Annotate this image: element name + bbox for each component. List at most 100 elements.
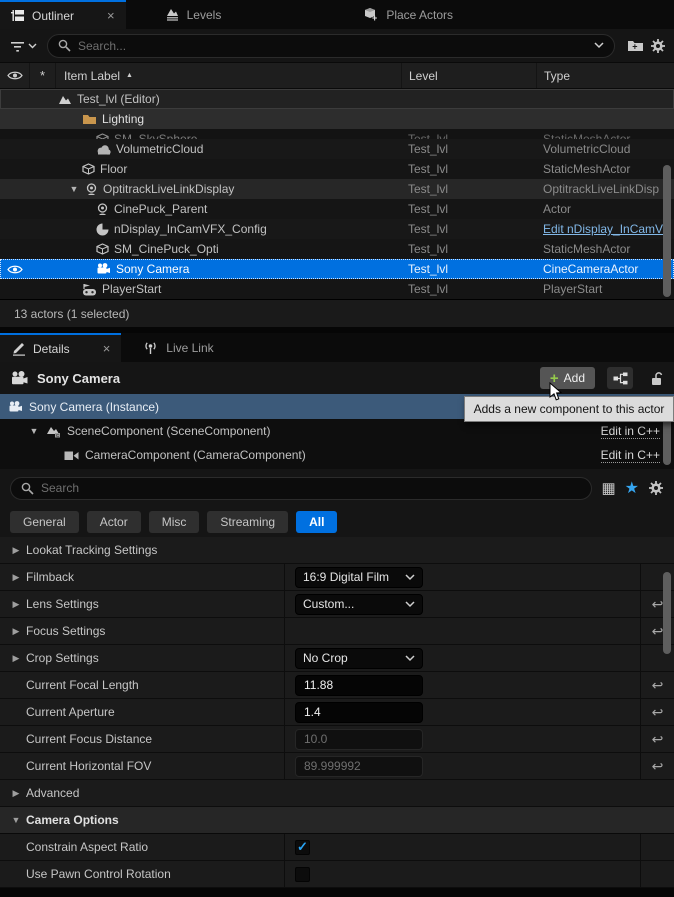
tab-live-link[interactable]: Live Link xyxy=(131,333,224,362)
filter-chip-general[interactable]: General xyxy=(10,511,79,533)
expand-caret-icon[interactable]: ▼ xyxy=(68,184,80,194)
property-row[interactable]: ▶Lookat Tracking Settings xyxy=(0,537,674,564)
property-row[interactable]: Current Aperture ↩ xyxy=(0,699,674,726)
visibility-toggle[interactable] xyxy=(0,264,30,275)
chevron-down-icon[interactable] xyxy=(594,42,604,49)
level-column-header[interactable]: Level xyxy=(401,63,536,88)
crop-dropdown[interactable]: No Crop xyxy=(295,648,423,669)
favorite-column-header[interactable]: * xyxy=(30,63,56,88)
collapsed-caret-icon[interactable]: ▶ xyxy=(10,545,22,556)
folder-plus-icon[interactable]: + xyxy=(627,38,644,53)
favorites-star-icon[interactable]: ★ xyxy=(625,478,639,498)
tab-place-actors[interactable]: + Place Actors xyxy=(352,0,464,29)
tab-levels[interactable]: Levels xyxy=(154,0,233,29)
edit-ndisplay-link[interactable]: Edit nDisplay_InCamV xyxy=(543,222,663,236)
property-row[interactable]: Current Focal Length ↩ xyxy=(0,672,674,699)
component-row[interactable]: ▼ C SceneComponent (SceneComponent) Edit… xyxy=(0,419,674,443)
display-manager-icon[interactable]: ▦ xyxy=(601,479,615,497)
blueprint-edit-button[interactable] xyxy=(607,367,633,389)
collapsed-caret-icon[interactable]: ▶ xyxy=(10,572,22,583)
property-row[interactable]: Current Focus Distance ↩ xyxy=(0,726,674,753)
focal-length-input[interactable] xyxy=(295,675,423,696)
place-actors-icon: + xyxy=(363,7,379,22)
outliner-toolbar: + xyxy=(0,29,674,62)
outliner-tabbar: Outliner × Levels + Place Actors xyxy=(0,0,674,29)
property-row[interactable]: ▶Lens Settings Custom... ↩ xyxy=(0,591,674,618)
table-row[interactable]: nDisplay_InCamVFX_Config Test_lvl Edit n… xyxy=(0,219,674,239)
property-row[interactable]: Current Horizontal FOV ↩ xyxy=(0,753,674,780)
cine-camera-icon xyxy=(96,263,111,275)
table-row[interactable]: Test_lvl (Editor) xyxy=(0,89,674,109)
focus-distance-input xyxy=(295,729,423,750)
close-icon[interactable]: × xyxy=(107,8,115,23)
lens-dropdown[interactable]: Custom... xyxy=(295,594,423,615)
outliner-tree: Test_lvl (Editor) Lighting SM_SkySphere xyxy=(0,89,674,299)
webcam-icon xyxy=(96,203,109,216)
table-row[interactable]: Lighting xyxy=(0,109,674,129)
outliner-search[interactable] xyxy=(47,34,615,58)
table-row[interactable]: CinePuck_Parent Test_lvl Actor xyxy=(0,199,674,219)
collapsed-caret-icon[interactable]: ▶ xyxy=(10,599,22,610)
tab-details[interactable]: Details × xyxy=(0,333,121,362)
table-row[interactable]: SM_CinePuck_Opti Test_lvl StaticMeshActo… xyxy=(0,239,674,259)
pawn-rotation-checkbox[interactable] xyxy=(295,867,310,882)
edit-in-cpp-link[interactable]: Edit in C++ xyxy=(601,448,660,463)
collapsed-caret-icon[interactable]: ▶ xyxy=(10,626,22,637)
camera-component-icon xyxy=(64,450,79,461)
collapsed-caret-icon[interactable]: ▶ xyxy=(10,653,22,664)
property-row[interactable]: ▶Focus Settings ↩ xyxy=(0,618,674,645)
reset-to-default-icon[interactable]: ↩ xyxy=(640,699,674,725)
filter-chips: General Actor Misc Streaming All xyxy=(0,507,674,537)
expanded-caret-icon[interactable]: ▼ xyxy=(10,815,22,825)
filmback-dropdown[interactable]: 16:9 Digital Film xyxy=(295,567,423,588)
node-graph-icon xyxy=(613,372,628,385)
aperture-input[interactable] xyxy=(295,702,423,723)
expand-caret-icon[interactable]: ▼ xyxy=(28,426,40,436)
tab-label: Details xyxy=(33,342,70,356)
search-input[interactable] xyxy=(78,39,587,53)
property-row[interactable]: Constrain Aspect Ratio ✓ xyxy=(0,834,674,861)
tab-outliner[interactable]: Outliner × xyxy=(0,0,126,29)
filter-chip-actor[interactable]: Actor xyxy=(87,511,141,533)
lock-open-icon[interactable] xyxy=(649,371,664,386)
filter-button[interactable] xyxy=(10,40,37,52)
filter-chip-misc[interactable]: Misc xyxy=(149,511,200,533)
visibility-column-header[interactable] xyxy=(0,63,30,88)
table-row[interactable]: PlayerStart Test_lvl PlayerStart xyxy=(0,279,674,299)
gear-icon[interactable] xyxy=(648,480,664,496)
table-row[interactable]: SM_SkySphere Test_lvl StaticMeshActor xyxy=(0,129,674,139)
item-label-column-header[interactable]: Item Label▲ xyxy=(56,69,401,83)
details-scrollbar[interactable] xyxy=(663,572,671,654)
cloud-icon xyxy=(96,144,111,155)
property-row[interactable]: Use Pawn Control Rotation xyxy=(0,861,674,888)
edit-in-cpp-link[interactable]: Edit in C++ xyxy=(601,424,660,439)
chevron-down-icon xyxy=(405,601,415,608)
details-pencil-icon xyxy=(11,342,26,356)
search-input[interactable] xyxy=(41,481,581,495)
type-column-header[interactable]: Type xyxy=(536,63,674,88)
table-row[interactable]: VolumetricCloud Test_lvl VolumetricCloud xyxy=(0,139,674,159)
reset-to-default-icon[interactable]: ↩ xyxy=(640,672,674,698)
table-row-selected[interactable]: Sony Camera Test_lvl CineCameraActor xyxy=(0,259,674,279)
table-row[interactable]: Floor Test_lvl StaticMeshActor xyxy=(0,159,674,179)
outliner-panel: Outliner × Levels + Place Actors xyxy=(0,0,674,327)
reset-to-default-icon[interactable]: ↩ xyxy=(640,753,674,779)
filter-chip-all[interactable]: All xyxy=(296,511,337,533)
chevron-down-icon xyxy=(405,574,415,581)
property-row[interactable]: ▶Crop Settings No Crop xyxy=(0,645,674,672)
collapsed-caret-icon[interactable]: ▶ xyxy=(10,788,22,799)
filter-chip-streaming[interactable]: Streaming xyxy=(207,511,288,533)
component-row[interactable]: CameraComponent (CameraComponent) Edit i… xyxy=(0,443,674,467)
details-search[interactable] xyxy=(10,477,592,500)
mouse-cursor xyxy=(549,382,563,405)
cine-camera-icon xyxy=(8,401,23,413)
constrain-aspect-checkbox[interactable]: ✓ xyxy=(295,840,310,855)
property-row[interactable]: ▶Advanced xyxy=(0,780,674,807)
table-row[interactable]: ▼ OptitrackLiveLinkDisplay Test_lvl Opti… xyxy=(0,179,674,199)
close-icon[interactable]: × xyxy=(103,341,111,356)
gear-icon[interactable] xyxy=(650,38,666,54)
category-header-row[interactable]: ▼Camera Options xyxy=(0,807,674,834)
outliner-scrollbar[interactable] xyxy=(663,165,671,297)
property-row[interactable]: ▶Filmback 16:9 Digital Film xyxy=(0,564,674,591)
reset-to-default-icon[interactable]: ↩ xyxy=(640,726,674,752)
